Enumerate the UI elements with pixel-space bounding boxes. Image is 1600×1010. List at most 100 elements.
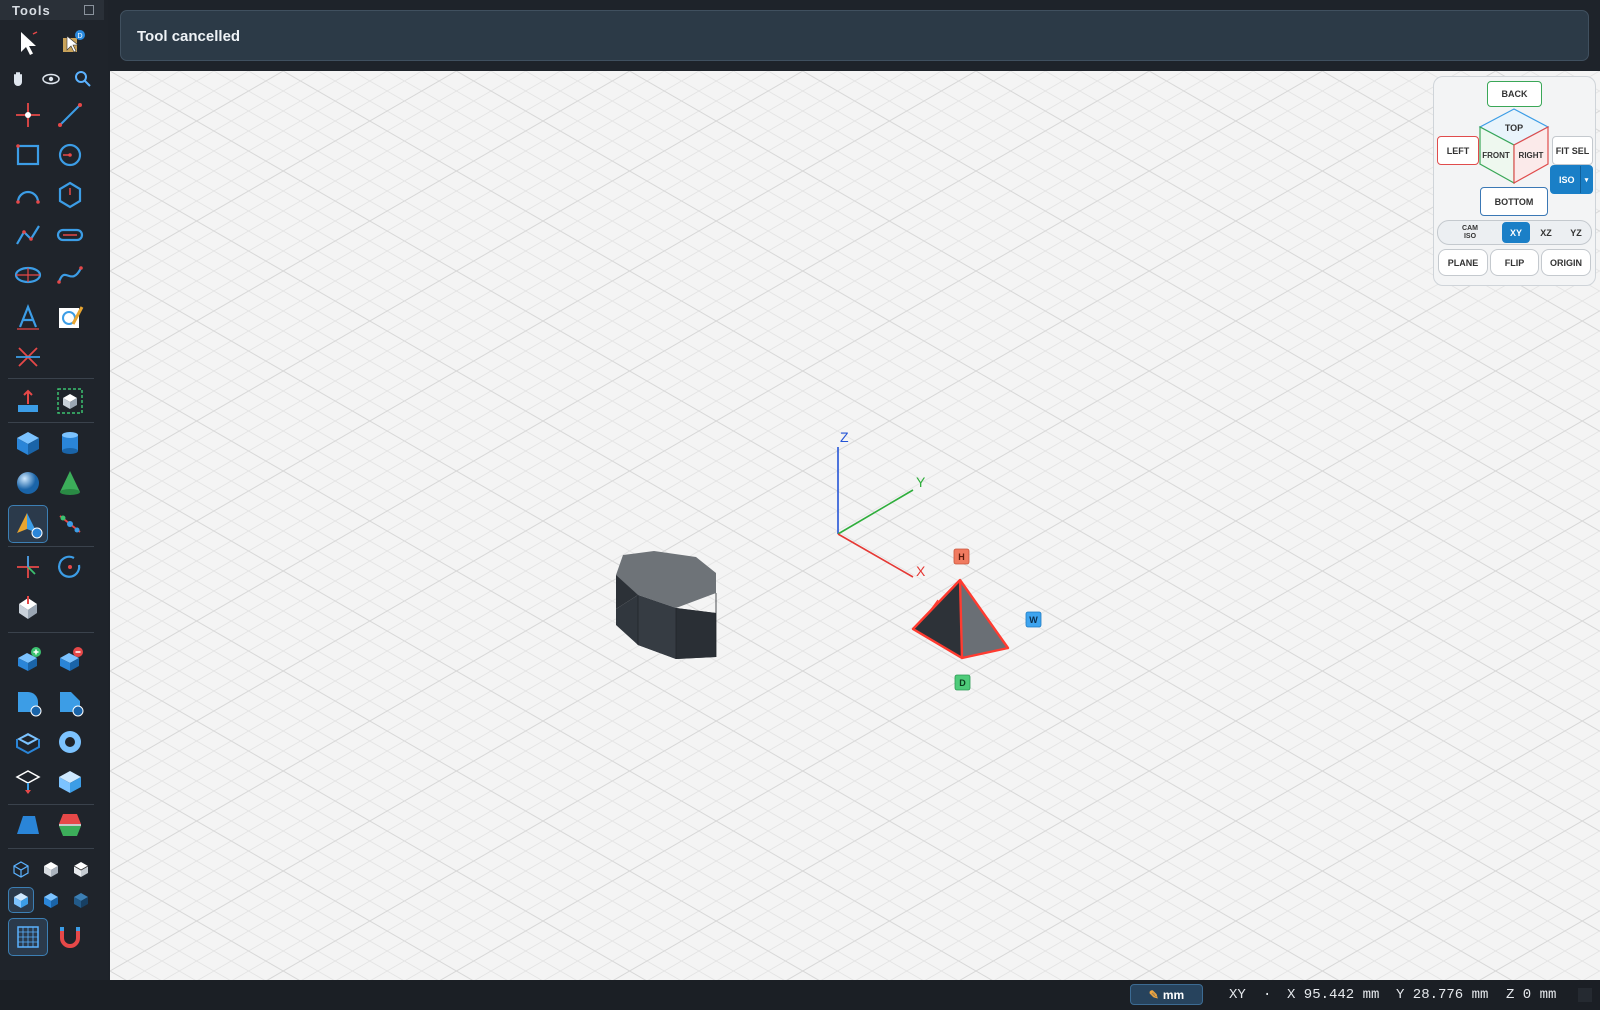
text-tool-button[interactable] — [8, 298, 48, 336]
subtract-tool-button[interactable] — [50, 640, 90, 678]
point-tool-button[interactable] — [8, 96, 48, 134]
arc-icon — [16, 190, 40, 204]
height-handle[interactable]: H — [953, 548, 970, 565]
bounding-box-tool-button[interactable] — [50, 382, 90, 420]
snap-toggle-button[interactable] — [50, 918, 90, 956]
view-cube-front-label: FRONT — [1482, 151, 1510, 160]
slot-tool-button[interactable] — [50, 216, 90, 254]
y-axis-label: Y — [916, 474, 926, 490]
depth-handle[interactable]: D — [954, 674, 971, 691]
measure-tool-button[interactable] — [50, 505, 90, 543]
grid-icon — [17, 926, 39, 948]
box-tool-button[interactable] — [8, 424, 48, 462]
sphere-tool-button[interactable] — [8, 464, 48, 502]
status-bar: ✎ mm XY · X 95.442 mm Y 28.776 mm Z 0 mm — [0, 980, 1600, 1010]
resize-grip-icon[interactable] — [1578, 988, 1592, 1002]
width-handle-label: W — [1029, 615, 1038, 625]
pan-tool-button[interactable] — [6, 66, 32, 92]
plane-xy-button[interactable]: XY — [1502, 222, 1530, 243]
3d-viewport[interactable]: Z Y X H W D — [110, 71, 1600, 980]
rotate-tool-button[interactable] — [50, 548, 90, 586]
view-cube-right-label: RIGHT — [1519, 151, 1544, 160]
point-crosshair-icon — [16, 103, 40, 127]
wireframe-view-button[interactable] — [8, 856, 34, 882]
hand-icon — [14, 72, 22, 86]
smart-select-tool-button[interactable]: D — [52, 24, 92, 62]
draft-tool-button[interactable] — [50, 806, 90, 844]
iso-view-button[interactable]: ISO ▾ — [1550, 165, 1593, 194]
ellipse-tool-button[interactable] — [8, 256, 48, 294]
view-cube[interactable]: TOP FRONT RIGHT — [1478, 107, 1550, 185]
plane-xz-button[interactable]: XZ — [1532, 222, 1560, 243]
plane-button[interactable]: PLANE — [1438, 249, 1488, 276]
plane-yz-button[interactable]: YZ — [1562, 222, 1590, 243]
cone-tool-button[interactable] — [50, 464, 90, 502]
flip-button[interactable]: FLIP — [1490, 249, 1539, 276]
scene-canvas[interactable]: Z Y X H W D — [110, 71, 1600, 980]
flat-cube-icon — [44, 893, 58, 908]
union-tool-button[interactable] — [8, 640, 48, 678]
view-bottom-button[interactable]: BOTTOM — [1480, 187, 1548, 216]
dark-view-button[interactable] — [68, 887, 94, 913]
orbit-tool-button[interactable] — [38, 66, 64, 92]
select-tool-button[interactable] — [8, 24, 48, 62]
view-left-button[interactable]: LEFT — [1437, 136, 1479, 165]
status-separator: · — [1263, 987, 1272, 1003]
hole-tool-button[interactable] — [50, 723, 90, 761]
boolean-subtract-icon — [60, 647, 83, 671]
loft-tool-button[interactable] — [8, 806, 48, 844]
cube-icon — [17, 432, 39, 455]
origin-button[interactable]: ORIGIN — [1541, 249, 1591, 276]
circle-tool-button[interactable] — [50, 136, 90, 174]
chamfer-tool-button[interactable] — [50, 683, 90, 721]
extrude-tool-button[interactable] — [8, 382, 48, 420]
shell-tool-button[interactable] — [8, 723, 48, 761]
fillet-tool-button[interactable] — [8, 683, 48, 721]
tools-panel-title: Tools — [12, 3, 51, 18]
width-handle[interactable]: W — [1025, 611, 1042, 628]
pyramid-tool-button[interactable] — [8, 505, 48, 543]
mirror-tool-button[interactable] — [8, 590, 48, 628]
fit-selection-button[interactable]: FIT SEL — [1552, 136, 1593, 165]
pencil-icon: ✎ — [1148, 987, 1159, 1002]
cylinder-tool-button[interactable] — [50, 424, 90, 462]
shell-icon — [16, 733, 40, 755]
solid-view-button[interactable] — [38, 856, 64, 882]
chevron-down-icon[interactable]: ▾ — [1580, 166, 1592, 193]
shaded-cube-icon — [73, 862, 89, 877]
hole-icon — [59, 731, 81, 753]
tools-panel: Tools D — [0, 0, 108, 980]
eye-orbit-icon — [42, 73, 60, 85]
solid-cube-icon — [44, 862, 58, 877]
fillet-icon — [18, 692, 42, 717]
view-cube-top-label: TOP — [1505, 123, 1523, 133]
xray-view-button[interactable] — [8, 887, 34, 913]
panel-pin-icon[interactable] — [84, 5, 94, 15]
flat-view-button[interactable] — [38, 887, 64, 913]
cam-iso-button[interactable]: CAM ISO — [1440, 222, 1500, 243]
draft-icon — [59, 814, 81, 836]
trim-tool-button[interactable] — [8, 338, 48, 376]
shaded-view-button[interactable] — [68, 856, 94, 882]
tools-panel-header: Tools — [0, 0, 104, 20]
arc-tool-button[interactable] — [8, 176, 48, 214]
move-tool-button[interactable] — [8, 548, 48, 586]
loft-icon — [17, 816, 39, 834]
plane-tool-button[interactable] — [50, 763, 90, 801]
x-axis-label: X — [916, 563, 926, 579]
unit-selector[interactable]: ✎ mm — [1130, 984, 1203, 1005]
sketch-edit-tool-button[interactable] — [50, 298, 90, 336]
status-z-coordinate: Z 0 mm — [1506, 987, 1557, 1003]
polyline-tool-button[interactable] — [8, 216, 48, 254]
slot-icon — [56, 228, 84, 242]
polygon-tool-button[interactable] — [50, 176, 90, 214]
cone-icon — [60, 471, 80, 495]
rectangle-tool-button[interactable] — [8, 136, 48, 174]
view-back-button[interactable]: BACK — [1487, 81, 1542, 107]
zoom-tool-button[interactable] — [70, 66, 96, 92]
grid-toggle-button[interactable] — [8, 918, 48, 956]
line-tool-button[interactable] — [50, 96, 90, 134]
section-tool-button[interactable] — [8, 763, 48, 801]
notification-message: Tool cancelled — [137, 28, 241, 45]
spline-tool-button[interactable] — [50, 256, 90, 294]
